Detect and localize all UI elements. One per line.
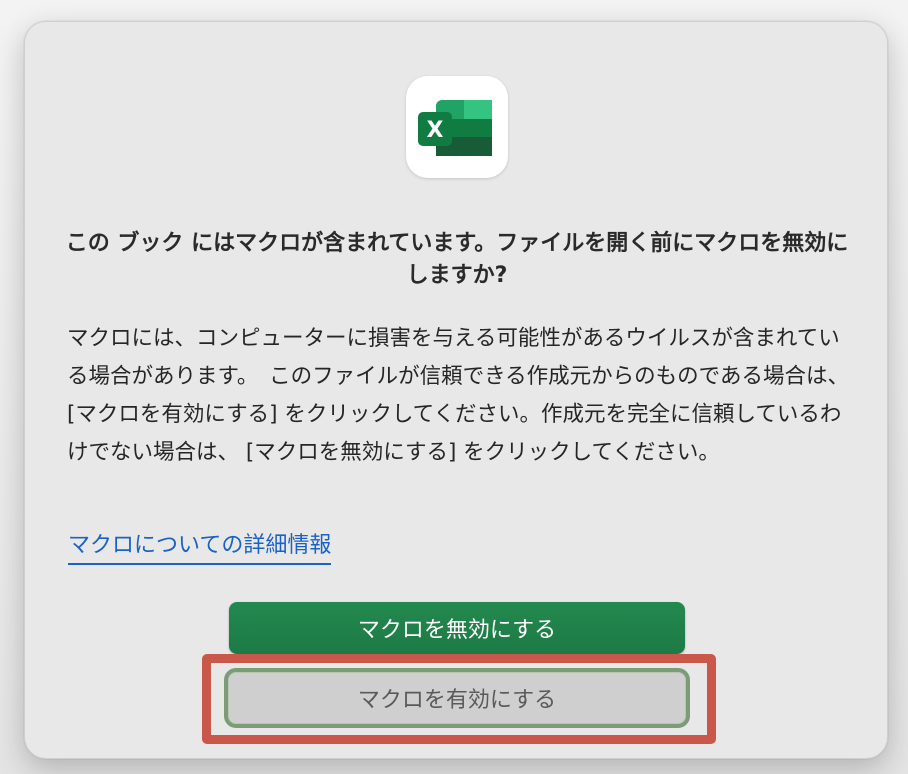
macro-warning-dialog: X この ブック にはマクロが含まれています。ファイルを開く前にマクロを無効にし… — [24, 21, 888, 759]
dialog-title: この ブック にはマクロが含まれています。ファイルを開く前にマクロを無効にします… — [65, 231, 849, 288]
macro-info-link[interactable]: マクロについての詳細情報 — [68, 530, 332, 565]
excel-icon: X — [406, 76, 508, 178]
dialog-message: マクロには、コンピューターに損害を与える可能性があるウイルスが含まれている場合が… — [67, 326, 849, 465]
disable-macros-button[interactable]: マクロを無効にする — [229, 602, 685, 654]
svg-text:X: X — [427, 118, 444, 143]
enable-macros-button[interactable]: マクロを有効にする — [224, 668, 690, 728]
